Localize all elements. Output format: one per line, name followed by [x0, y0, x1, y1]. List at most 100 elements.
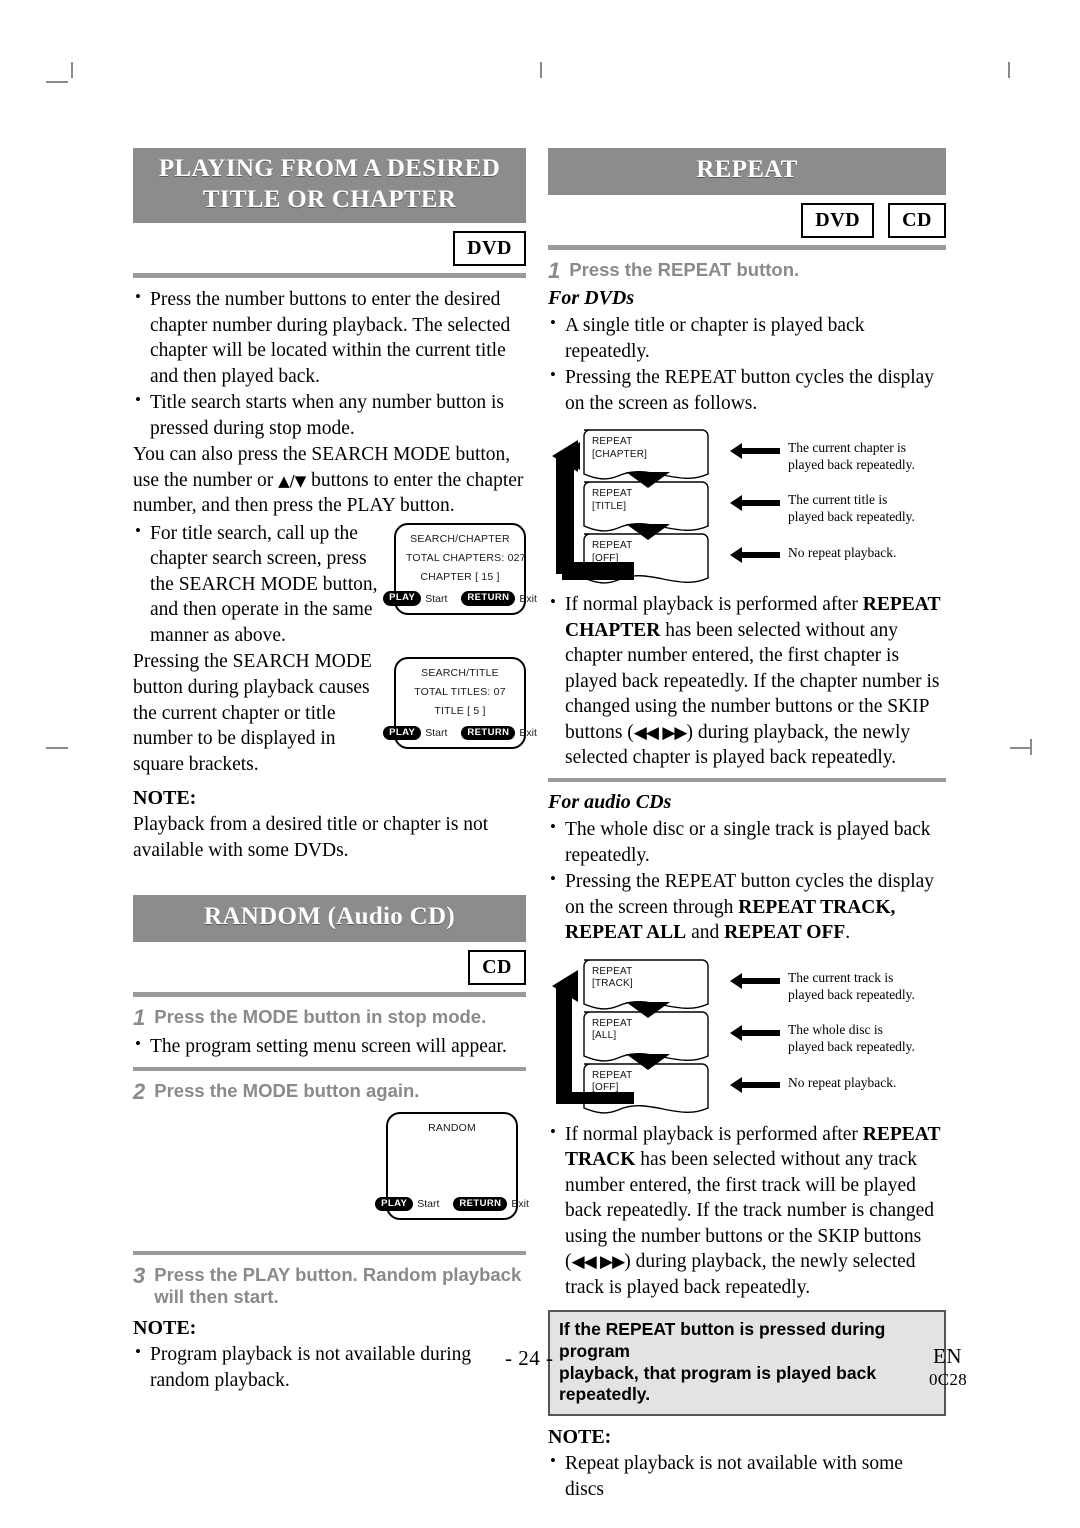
callout-line1: If the REPEAT button is pressed during p… — [559, 1319, 886, 1362]
repeat-cycle-diagram-dvd: REPEAT [CHAPTER] REPEAT [TITLE] REPEAT [… — [548, 426, 946, 586]
note-label: NOTE: — [133, 1317, 197, 1340]
osd-title: SEARCH/TITLE — [421, 667, 499, 680]
note-label: NOTE: — [133, 787, 197, 810]
program-repeat-callout: If the REPEAT button is pressed during p… — [548, 1310, 946, 1417]
note-label: NOTE: — [548, 1426, 612, 1449]
cycle-label-1-line2: played back repeatedly. — [788, 986, 915, 1002]
return-pill: RETURN — [461, 725, 516, 741]
crop-mark-top-right-vertical — [1008, 62, 1010, 78]
repeat-cycle-diagram-cd: REPEAT [TRACK] REPEAT [ALL] REPEAT [OFF]… — [548, 956, 946, 1116]
cycle-box-2-line2: [ALL] — [592, 1030, 617, 1042]
play-key-label: Start — [425, 727, 448, 740]
step-3-random: 3 Press the PLAY button. Random playback… — [133, 1264, 526, 1307]
skip-buttons-icon: ◀◀ ▶▶ — [633, 722, 688, 743]
random-note-bullets: Program playback is not available during… — [133, 1341, 526, 1393]
section-rule — [133, 991, 526, 997]
cycle-label-3: No repeat playback. — [788, 544, 896, 561]
cycle-box-1-text: REPEAT [CHAPTER] — [592, 436, 647, 461]
step-number: 2 — [133, 1078, 146, 1104]
cycle-box-3-text: REPEAT [OFF] — [592, 1070, 632, 1095]
osd-title-value: TITLE [ 5 ] — [434, 705, 486, 718]
cycle-box-3-line1: REPEAT — [592, 1069, 633, 1081]
cd-bullet2-end: . — [845, 922, 851, 944]
osd-key-return: RETURN Exit — [461, 725, 537, 741]
return-pill: RETURN — [453, 1196, 508, 1212]
osd-title: RANDOM — [428, 1122, 476, 1135]
list-item: A single title or chapter is played back… — [548, 312, 946, 364]
disc-badge-cd: CD — [888, 202, 946, 238]
disc-badge-dvd: DVD — [801, 202, 875, 238]
cycle-label-2: The whole disc is played back repeatedly… — [788, 1021, 915, 1055]
osd-screen-random: RANDOM PLAY Start RETURN Exit — [375, 1112, 529, 1221]
dvd-note-a: If normal playback is performed after — [565, 594, 863, 616]
cycle-label-3: No repeat playback. — [788, 1074, 896, 1091]
step-rule — [133, 1251, 526, 1256]
crop-mark-right-middle-horizontal — [1010, 747, 1032, 749]
search-mode-paragraph: You can also press the SEARCH MODE butto… — [133, 442, 526, 519]
crop-mark-top-center — [540, 62, 542, 78]
osd-total-titles: TOTAL TITLES: 07 — [414, 686, 506, 699]
cycle-box-3-line2: [OFF] — [592, 552, 619, 564]
left-column: PLAYING FROM A DESIRED TITLE OR CHAPTER … — [133, 148, 537, 1394]
step-rule — [133, 1066, 526, 1071]
step-number: 1 — [133, 1004, 146, 1030]
cycle-label-1: The current chapter is played back repea… — [788, 439, 915, 473]
for-dvds-label: For DVDs — [548, 287, 635, 310]
section-heading-line2: TITLE OR CHAPTER — [202, 185, 457, 213]
crop-mark-left-middle — [46, 747, 68, 749]
play-pill: PLAY — [375, 1196, 414, 1212]
cd-bullet2-mid: and — [686, 922, 725, 944]
cd-repeat-track-note: If normal playback is performed after RE… — [548, 1121, 946, 1301]
right-column: REPEAT DVD CD 1 Press the REPEAT button.… — [548, 148, 946, 1503]
cycle-label-2-line1: The current title is — [788, 492, 888, 508]
return-key-label: Exit — [519, 727, 537, 740]
return-key-label: Exit — [511, 1198, 529, 1211]
cycle-label-1-line2: played back repeatedly. — [788, 457, 915, 473]
crop-mark-right-middle-vertical — [1030, 739, 1032, 755]
list-item: The whole disc or a single track is play… — [548, 816, 946, 868]
osd-body: SEARCH/TITLE TOTAL TITLES: 07 TITLE [ 5 … — [396, 659, 524, 717]
play-pill: PLAY — [383, 725, 422, 741]
list-item: For title search, call up the chapter se… — [133, 520, 526, 649]
cycle-box-3-line1: REPEAT — [592, 540, 633, 552]
disc-badge-cd: CD — [468, 949, 526, 985]
step-2-random: 2 Press the MODE button again. — [133, 1078, 526, 1105]
section-rule — [548, 244, 946, 250]
cycle-label-1-line1: The current track is — [788, 969, 894, 985]
cycle-label-2-line1: The whole disc is — [788, 1021, 883, 1037]
badge-row-dvd: DVD — [133, 231, 526, 266]
document-code: 0C28 — [928, 1370, 967, 1389]
callout-line2: playback, that program is played back re… — [559, 1362, 877, 1405]
dvd-bullet-list: A single title or chapter is played back… — [548, 312, 946, 416]
cycle-box-1-line1: REPEAT — [592, 965, 633, 977]
cycle-label-1: The current track is played back repeate… — [788, 969, 915, 1003]
osd-footer: PLAY Start RETURN Exit — [383, 725, 537, 741]
manual-page: PLAYING FROM A DESIRED TITLE OR CHAPTER … — [0, 0, 1080, 1528]
step-label: Press the MODE button again. — [154, 1079, 420, 1101]
step-1-bullets: The program setting menu screen will app… — [133, 1033, 526, 1060]
section-heading-random: RANDOM (Audio CD) — [133, 895, 526, 942]
step-label: Press the REPEAT button. — [569, 258, 800, 280]
repeat-note-bullets: Repeat playback is not available with so… — [548, 1450, 946, 1502]
cycle-box-3-text: REPEAT [OFF] — [592, 540, 632, 565]
dvd-repeat-chapter-note: If normal playback is performed after RE… — [548, 591, 946, 771]
osd-footer: PLAY Start RETURN Exit — [375, 1196, 529, 1212]
list-item: Title search starts when any number butt… — [133, 389, 526, 441]
disc-badge-dvd: DVD — [453, 231, 526, 266]
cycle-label-3-line1: No repeat playback. — [788, 545, 897, 561]
step-number: 1 — [548, 257, 561, 283]
step-number: 3 — [133, 1263, 146, 1289]
intro-bullet-list: Press the number buttons to enter the de… — [133, 286, 526, 441]
osd-key-return: RETURN Exit — [453, 1196, 529, 1212]
list-item: Press the number buttons to enter the de… — [133, 286, 526, 389]
cycle-box-1-line1: REPEAT — [592, 436, 633, 448]
cycle-label-1-line1: The current chapter is — [788, 440, 907, 456]
list-item: Pressing the REPEAT button cycles the di… — [548, 364, 946, 416]
osd-body: RANDOM — [388, 1114, 516, 1134]
for-audio-cds-label: For audio CDs — [548, 790, 672, 813]
page-number: - 24 - — [505, 1346, 554, 1370]
cycle-box-2-text: REPEAT [TITLE] — [592, 488, 632, 513]
cycle-box-3-line2: [OFF] — [592, 1082, 619, 1094]
step-label: Press the PLAY button. Random playback w… — [154, 1264, 522, 1307]
language-code: EN — [933, 1344, 962, 1368]
